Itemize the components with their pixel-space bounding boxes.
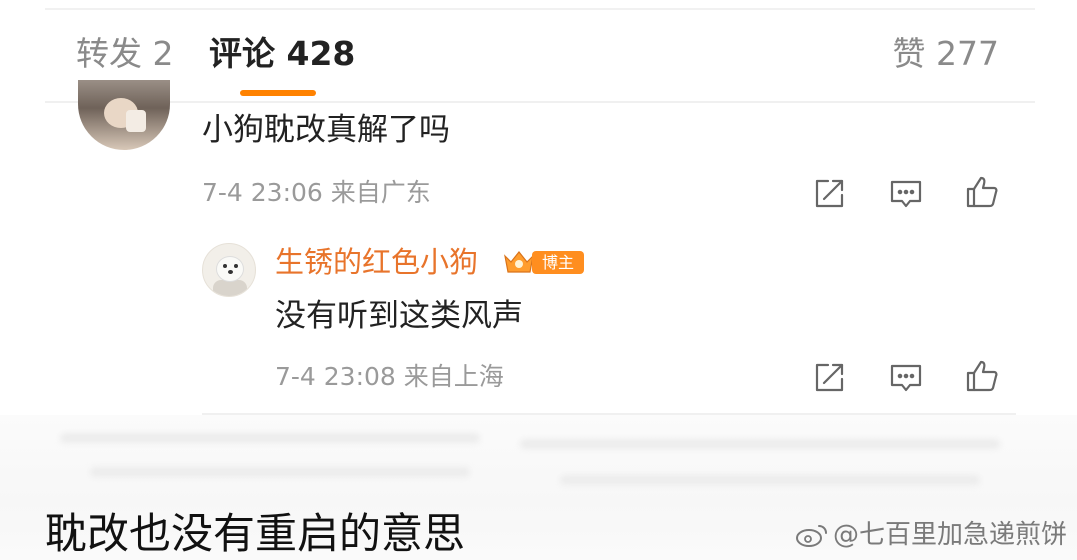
badge-label: 博主 [532, 251, 584, 274]
tab-active-indicator [240, 90, 316, 96]
commenter-avatar[interactable] [78, 80, 170, 150]
blur-streak [560, 475, 980, 485]
dog-eye [234, 264, 238, 268]
like-icon[interactable] [965, 175, 999, 209]
comment-icon[interactable] [889, 361, 923, 395]
dog-head [216, 256, 244, 282]
tab-comments[interactable]: 评论 428 [209, 34, 355, 74]
top-divider [45, 8, 1035, 10]
comment-meta: 7-4 23:06 来自广东 [202, 178, 431, 207]
comment-text: 小狗耽改真解了吗 [202, 112, 450, 148]
dog-nose [228, 270, 233, 274]
like-icon[interactable] [965, 359, 999, 393]
watermark: @七百里加急递煎饼 [795, 518, 1067, 552]
blur-streak [520, 439, 1000, 449]
dog-body [213, 280, 247, 296]
crown-icon [504, 251, 534, 273]
avatar-detail [126, 110, 146, 132]
share-edit-icon[interactable] [812, 361, 846, 395]
tab-repost[interactable]: 转发 2 [76, 34, 174, 74]
blur-streak [90, 467, 470, 477]
blur-streak [60, 433, 480, 443]
blogger-badge: 博主 [502, 248, 584, 276]
reply-text: 没有听到这类风声 [275, 298, 523, 334]
weibo-logo-icon [795, 525, 827, 547]
reply-meta: 7-4 23:08 来自上海 [275, 362, 504, 391]
reply-avatar[interactable] [202, 243, 256, 297]
tabs-divider [45, 101, 1035, 103]
comment-icon[interactable] [889, 177, 923, 211]
caption-text: 耽改也没有重启的意思 [45, 509, 466, 558]
watermark-text: @七百里加急递煎饼 [832, 520, 1067, 550]
tab-likes[interactable]: 赞 277 [893, 34, 999, 74]
share-edit-icon[interactable] [812, 177, 846, 211]
dog-eye [223, 264, 227, 268]
reply-username[interactable]: 生锈的红色小狗 [275, 244, 478, 280]
